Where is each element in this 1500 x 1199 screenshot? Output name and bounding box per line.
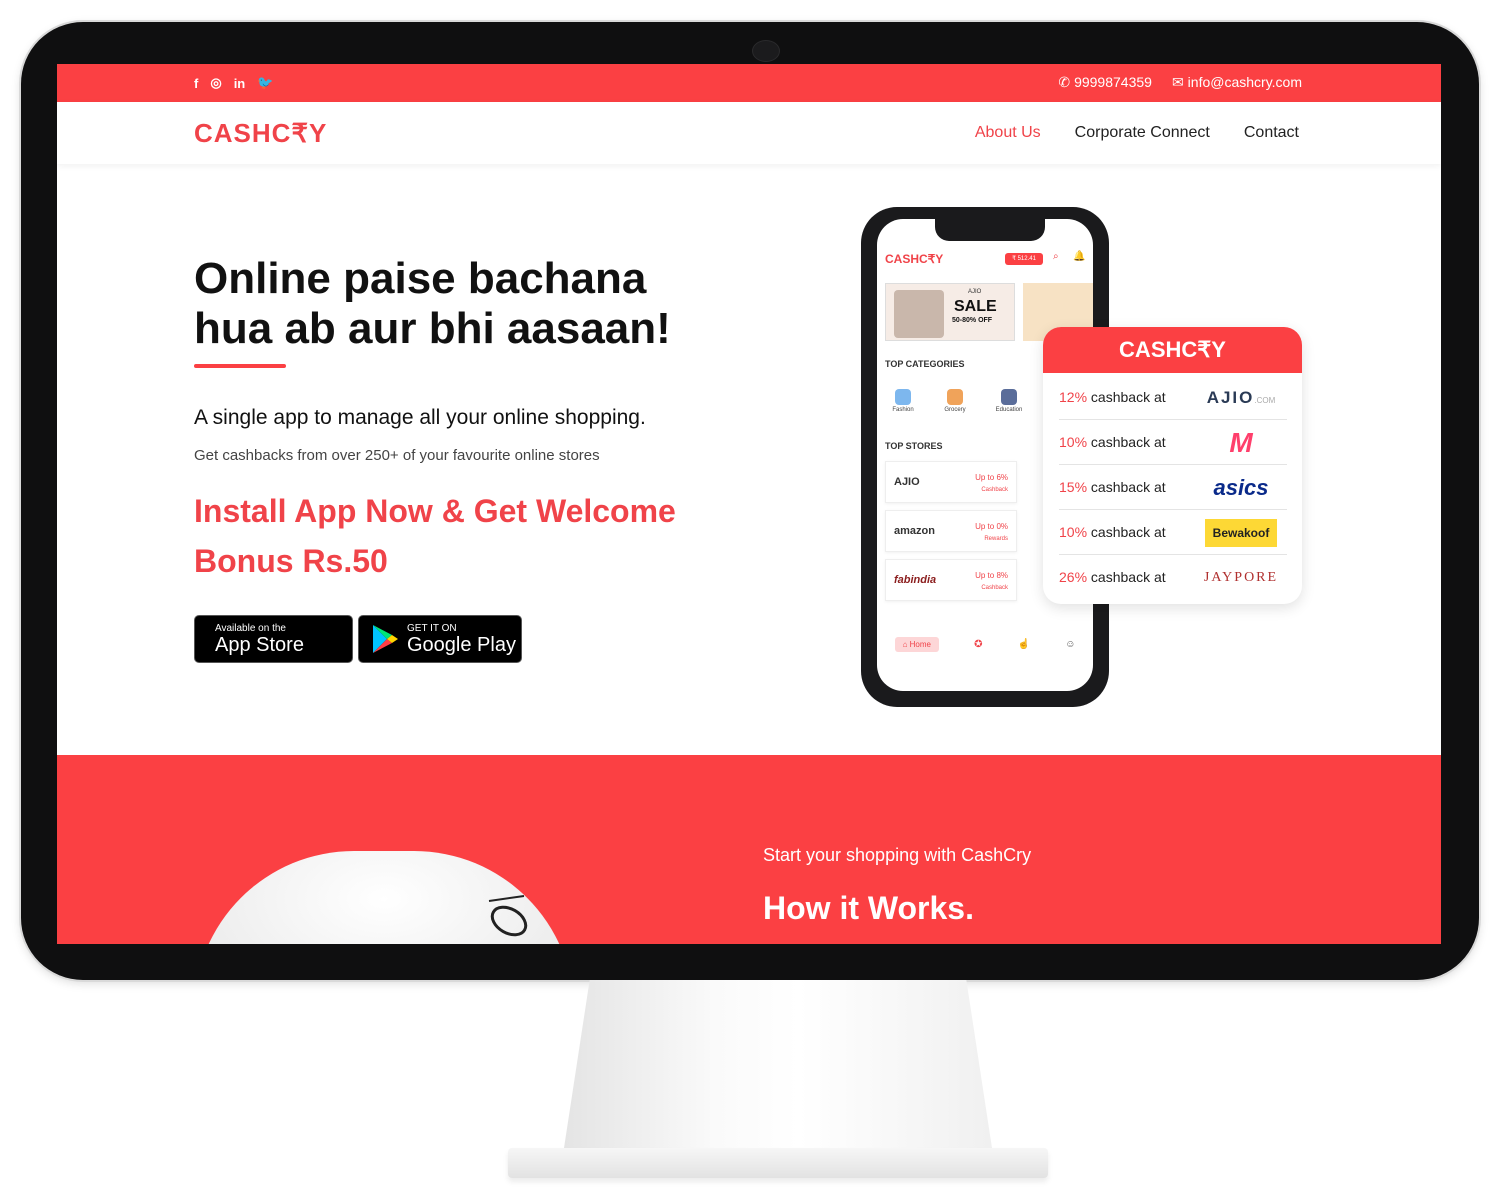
play-store-icon xyxy=(373,625,398,653)
how-it-works-title: How it Works. xyxy=(763,890,974,926)
banner-image xyxy=(894,290,944,338)
nav-corporate-connect[interactable]: Corporate Connect xyxy=(1075,124,1210,142)
phone-notch xyxy=(935,219,1045,241)
cashback-row: 15% cashback at asics xyxy=(1059,465,1287,510)
fashion-icon xyxy=(895,389,911,405)
star-icon: ✪ xyxy=(974,638,983,650)
hero-subtitle: A single app to manage all your online s… xyxy=(194,406,646,429)
wallet-badge: ₹ 512.41 xyxy=(1005,253,1043,265)
how-it-works-section: Start your shopping with CashCry How it … xyxy=(57,755,1441,944)
contact-info: ✆ 9999874359 ✉ info@cashcry.com xyxy=(1058,74,1302,91)
cashback-card-title: CASHC₹Y xyxy=(1043,327,1302,373)
section-image xyxy=(194,851,574,944)
home-icon: ⌂ xyxy=(902,639,908,649)
promo-text: Install App Now & Get Welcome Bonus Rs.5… xyxy=(194,493,676,579)
tab-home: ⌂ Home xyxy=(894,636,939,652)
hero-description: Get cashbacks from over 250+ of your fav… xyxy=(194,447,600,464)
nav-contact[interactable]: Contact xyxy=(1244,124,1299,142)
mail-icon: ✉ xyxy=(1171,74,1184,90)
store-card: fabindia Up to 8% Cashback xyxy=(885,559,1017,601)
nav-about-us[interactable]: About Us xyxy=(975,124,1041,142)
jaypore-logo: JAYPORE xyxy=(1203,570,1279,585)
store-card: amazon Up to 0% Rewards xyxy=(885,510,1017,552)
hero-title: Online paise bachana hua ab aur bhi aasa… xyxy=(194,254,671,353)
app-tab-bar: ⌂ Home ✪ ☝ ☺ xyxy=(877,631,1093,657)
site-logo[interactable]: CASHC₹Y xyxy=(194,118,327,149)
app-store-button[interactable]: Available on the App Store xyxy=(194,615,353,663)
facebook-icon[interactable]: f xyxy=(194,76,198,91)
glasses-icon xyxy=(488,895,528,937)
linkedin-icon[interactable]: in xyxy=(234,76,246,91)
bell-icon: 🔔 xyxy=(1073,251,1086,262)
website-screen: f ◎ in 🐦 ✆ 9999874359 ✉ info@cashcry.com C… xyxy=(57,64,1441,944)
cashback-card: CASHC₹Y 12% cashback at AJIO.COM 10% cas… xyxy=(1043,327,1302,604)
title-underline xyxy=(194,364,286,368)
phone-icon: ✆ xyxy=(1058,74,1071,90)
cashback-row: 10% cashback at M xyxy=(1059,420,1287,465)
phone-link[interactable]: ✆ 9999874359 xyxy=(1058,74,1152,91)
app-logo: CASHC₹Y xyxy=(885,252,944,266)
search-icon: ⌕ xyxy=(1053,251,1059,262)
category-fashion: Fashion xyxy=(883,389,923,413)
camera-icon xyxy=(752,40,780,62)
education-icon xyxy=(1001,389,1017,405)
how-it-works-kicker: Start your shopping with CashCry xyxy=(763,845,1032,865)
nav-menu: About Us Corporate Connect Contact xyxy=(975,124,1299,142)
asics-logo: asics xyxy=(1213,475,1269,500)
myntra-logo: M xyxy=(1229,427,1253,458)
monitor-stand xyxy=(564,980,992,1148)
top-stores-heading: TOP STORES xyxy=(885,441,943,451)
bewakoof-logo: Bewakoof xyxy=(1199,518,1283,548)
google-play-button[interactable]: GET IT ON Google Play xyxy=(358,615,522,663)
main-nav: CASHC₹Y About Us Corporate Connect Conta… xyxy=(57,102,1441,164)
cashback-row: 12% cashback at AJIO.COM xyxy=(1059,375,1287,420)
twitter-icon[interactable]: 🐦 xyxy=(257,75,273,91)
store-card: AJIO Up to 6% Cashback xyxy=(885,461,1017,503)
cashback-row: 26% cashback at JAYPORE xyxy=(1059,555,1287,600)
profile-icon: ☺ xyxy=(1065,638,1076,650)
top-bar: f ◎ in 🐦 ✆ 9999874359 ✉ info@cashcry.com xyxy=(57,64,1441,102)
sale-banner: AJIO SALE 50-80% OFF xyxy=(885,283,1015,341)
monitor-base xyxy=(508,1148,1048,1178)
email-link[interactable]: ✉ info@cashcry.com xyxy=(1172,74,1302,91)
pointer-icon: ☝ xyxy=(1017,638,1031,650)
ajio-logo: AJIO.COM xyxy=(1206,388,1276,407)
top-categories-heading: TOP CATEGORIES xyxy=(885,359,965,369)
grocery-icon xyxy=(947,389,963,405)
social-links: f ◎ in 🐦 xyxy=(194,75,273,91)
category-grocery: Grocery xyxy=(935,389,975,413)
category-education: Education xyxy=(989,389,1029,413)
cashback-row: 10% cashback at Bewakoof xyxy=(1059,510,1287,555)
instagram-icon[interactable]: ◎ xyxy=(210,75,221,91)
